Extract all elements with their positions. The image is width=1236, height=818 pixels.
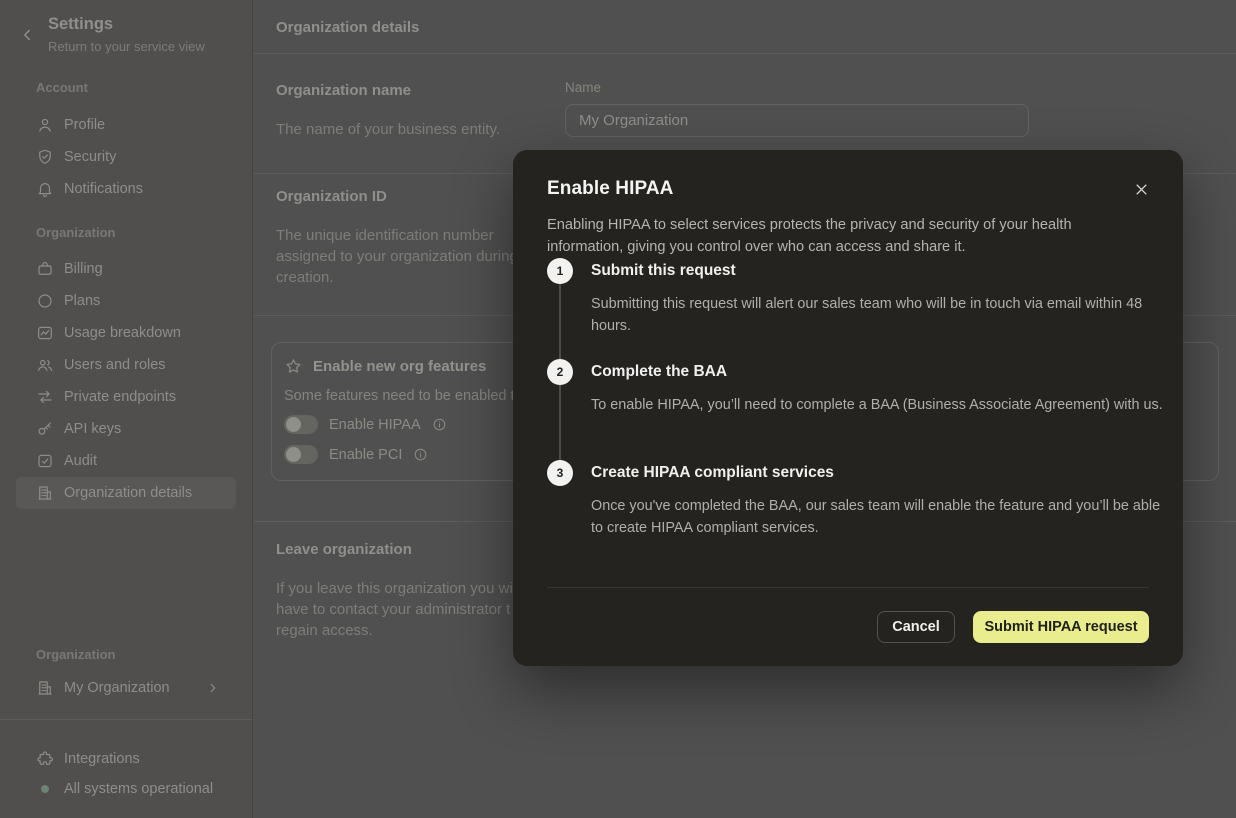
back-chevron-icon[interactable] <box>18 26 36 44</box>
divider <box>547 587 1149 588</box>
sidebar-item-label: Security <box>64 149 116 165</box>
sidebar-item-label: Private endpoints <box>64 389 176 405</box>
org-id-desc-line: assigned to your organization during <box>276 246 518 267</box>
building-icon <box>36 679 54 697</box>
chevron-right-icon <box>204 681 222 695</box>
org-id-desc-line: creation. <box>276 267 518 288</box>
sidebar-item-label: API keys <box>64 421 121 437</box>
sidebar-item-audit[interactable]: Audit <box>16 445 236 477</box>
sidebar-subtitle[interactable]: Return to your service view <box>48 39 205 54</box>
leave-org-title: Leave organization <box>276 541 412 558</box>
sidebar-item-label: Audit <box>64 453 97 469</box>
sidebar-item-label: Usage breakdown <box>64 325 181 341</box>
usage-chart-icon <box>36 324 54 342</box>
arrows-swap-icon <box>36 388 54 406</box>
sidebar-title: Settings <box>48 15 113 34</box>
sidebar-item-label: Plans <box>64 293 100 309</box>
step-title: Complete the BAA <box>591 363 727 381</box>
sidebar-item-profile[interactable]: Profile <box>16 109 236 141</box>
enable-hipaa-modal: Enable HIPAA Enabling HIPAA to select se… <box>513 150 1183 666</box>
toggle-knob <box>286 447 301 462</box>
shield-check-icon <box>36 148 54 166</box>
toggle-label: Enable PCI <box>329 447 402 463</box>
sidebar-item-organization-details[interactable]: Organization details <box>16 477 236 509</box>
hipaa-toggle[interactable] <box>284 415 318 434</box>
toggle-knob <box>286 417 301 432</box>
step-number-badge: 1 <box>547 258 573 284</box>
sidebar-item-users-and-roles[interactable]: Users and roles <box>16 349 236 381</box>
modal-footer: Cancel Submit HIPAA request <box>877 611 1149 643</box>
step-title: Create HIPAA compliant services <box>591 464 834 482</box>
step-number-badge: 3 <box>547 460 573 486</box>
audit-icon <box>36 452 54 470</box>
info-icon[interactable] <box>413 447 428 462</box>
step-title: Submit this request <box>591 262 736 280</box>
plans-icon <box>36 292 54 310</box>
user-icon <box>36 116 54 134</box>
sidebar-item-label: My Organization <box>64 680 170 696</box>
org-id-title: Organization ID <box>276 188 387 205</box>
sidebar-item-label: Users and roles <box>64 357 166 373</box>
status-label: All systems operational <box>64 781 213 797</box>
divider <box>0 719 253 720</box>
sidebar-item-label: Integrations <box>64 751 140 767</box>
features-card-title: Enable new org features <box>313 358 486 375</box>
sidebar-item-billing[interactable]: Billing <box>16 253 236 285</box>
cancel-button[interactable]: Cancel <box>877 611 955 643</box>
sidebar: Settings Return to your service view Acc… <box>0 0 253 818</box>
name-field-label: Name <box>565 80 601 95</box>
modal-description: Enabling HIPAA to select services protec… <box>547 215 1137 258</box>
building-icon <box>36 484 54 502</box>
step-number-badge: 2 <box>547 359 573 385</box>
sidebar-item-api-keys[interactable]: API keys <box>16 413 236 445</box>
sidebar-item-private-endpoints[interactable]: Private endpoints <box>16 381 236 413</box>
org-id-description: The unique identification number assigne… <box>276 225 518 288</box>
step-description: Once you've completed the BAA, our sales… <box>591 495 1169 539</box>
org-name-title: Organization name <box>276 82 411 99</box>
bell-icon <box>36 180 54 198</box>
leave-org-description: If you leave this organization you wil h… <box>276 578 516 641</box>
org-name-description: The name of your business entity. <box>276 119 500 140</box>
org-id-desc-line: The unique identification number <box>276 225 518 246</box>
sidebar-item-my-organization[interactable]: My Organization <box>16 672 236 704</box>
system-status-item[interactable]: All systems operational <box>16 773 236 805</box>
submit-hipaa-request-button[interactable]: Submit HIPAA request <box>973 611 1149 643</box>
pci-toggle[interactable] <box>284 445 318 464</box>
puzzle-icon <box>36 750 54 768</box>
page-header: Organization details <box>254 0 1236 54</box>
sidebar-item-usage-breakdown[interactable]: Usage breakdown <box>16 317 236 349</box>
sidebar-item-label: Billing <box>64 261 103 277</box>
key-icon <box>36 420 54 438</box>
users-icon <box>36 356 54 374</box>
sidebar-item-label: Organization details <box>64 485 192 501</box>
status-dot <box>41 785 49 793</box>
section-label-organization-footer: Organization <box>36 647 115 662</box>
sidebar-item-label: Notifications <box>64 181 143 197</box>
leave-desc-line: have to contact your administrator t <box>276 599 516 620</box>
page-title: Organization details <box>276 19 419 36</box>
step-description: To enable HIPAA, you’ll need to complete… <box>591 394 1169 416</box>
step-description: Submitting this request will alert our s… <box>591 293 1169 337</box>
sidebar-item-integrations[interactable]: Integrations <box>16 743 236 775</box>
info-icon[interactable] <box>432 417 447 432</box>
sidebar-item-security[interactable]: Security <box>16 141 236 173</box>
section-label-account: Account <box>36 80 88 95</box>
app-window: Settings Return to your service view Acc… <box>0 0 1236 818</box>
sidebar-item-plans[interactable]: Plans <box>16 285 236 317</box>
sidebar-item-notifications[interactable]: Notifications <box>16 173 236 205</box>
section-label-organization: Organization <box>36 225 115 240</box>
leave-desc-line: regain access. <box>276 620 516 641</box>
billing-icon <box>36 260 54 278</box>
close-icon[interactable] <box>1134 182 1149 197</box>
leave-desc-line: If you leave this organization you wil <box>276 578 516 599</box>
modal-title: Enable HIPAA <box>547 178 673 200</box>
org-name-input[interactable] <box>565 104 1029 137</box>
sidebar-item-label: Profile <box>64 117 105 133</box>
star-icon <box>284 357 303 376</box>
toggle-label: Enable HIPAA <box>329 417 421 433</box>
